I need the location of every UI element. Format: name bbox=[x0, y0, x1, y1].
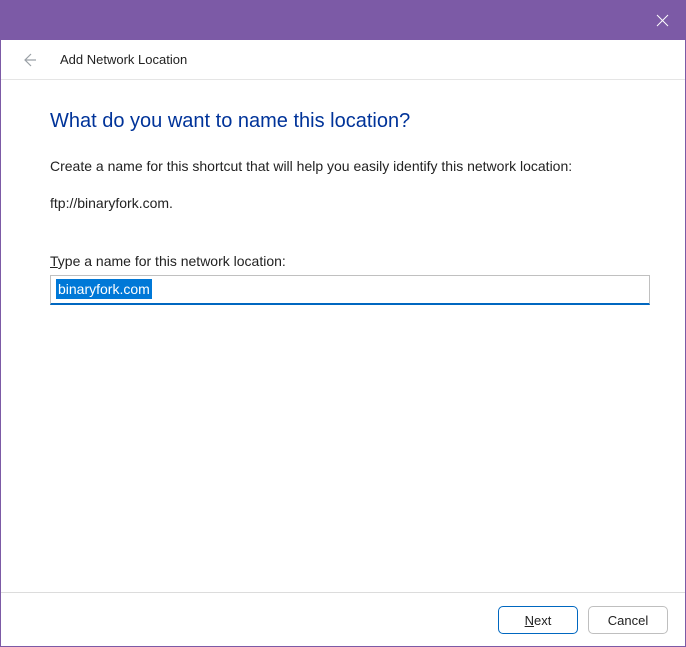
back-button bbox=[18, 49, 40, 71]
wizard-header: Add Network Location bbox=[0, 40, 686, 80]
description-text: Create a name for this shortcut that wil… bbox=[50, 157, 646, 177]
name-input[interactable] bbox=[50, 275, 650, 305]
cancel-button[interactable]: Cancel bbox=[588, 606, 668, 634]
next-accel: N bbox=[525, 613, 534, 628]
wizard-title: Add Network Location bbox=[60, 52, 187, 67]
next-rest: ext bbox=[534, 613, 551, 628]
close-icon bbox=[656, 14, 669, 27]
name-input-wrap: binaryfork.com bbox=[50, 275, 650, 305]
field-label-accel: T bbox=[50, 253, 58, 269]
wizard-footer: Next Cancel bbox=[0, 592, 686, 647]
next-button[interactable]: Next bbox=[498, 606, 578, 634]
back-arrow-icon bbox=[21, 52, 37, 68]
field-label: Type a name for this network location: bbox=[50, 253, 646, 269]
page-heading: What do you want to name this location? bbox=[50, 110, 646, 133]
wizard-content: What do you want to name this location? … bbox=[0, 80, 686, 305]
cancel-label: Cancel bbox=[608, 613, 648, 628]
location-text: ftp://binaryfork.com. bbox=[50, 195, 646, 211]
close-button[interactable] bbox=[652, 10, 672, 30]
titlebar bbox=[0, 0, 686, 40]
field-label-rest: ype a name for this network location: bbox=[58, 253, 286, 269]
